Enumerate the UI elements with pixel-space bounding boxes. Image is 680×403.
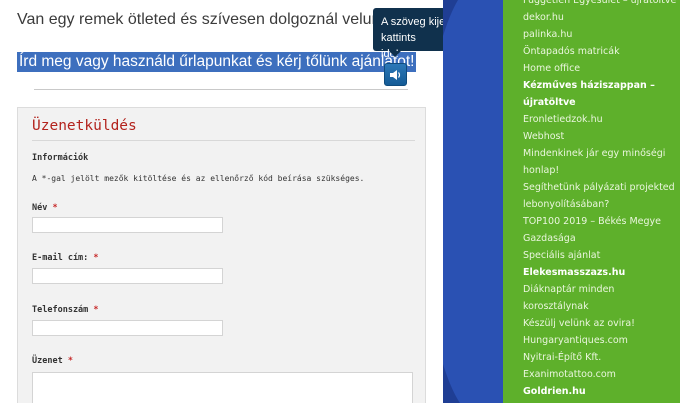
name-label: Név * (32, 203, 58, 213)
decorative-blue-column (443, 0, 503, 403)
sidebar-link[interactable]: honlap! (523, 162, 678, 179)
sidebar-link[interactable]: Független Egyesület – újratöltve (523, 0, 678, 9)
sidebar-link[interactable]: Hungaryantiques.com (523, 332, 678, 349)
message-label: Üzenet * (32, 356, 73, 366)
message-label-text: Üzenet (32, 356, 63, 366)
sidebar-link[interactable]: TOP100 2019 – Békés Megye (523, 213, 678, 230)
sidebar-link[interactable]: Diáknaptár minden korosztálynak (523, 281, 678, 315)
phone-label-text: Telefonszám (32, 305, 89, 315)
sidebar-link[interactable]: lebonyolításában? (523, 196, 678, 213)
phone-field[interactable] (32, 320, 223, 336)
email-label: E-mail cím: * (32, 253, 99, 263)
form-title-rule (32, 140, 415, 141)
sidebar-link[interactable]: Elekesmasszazs.hu (523, 264, 678, 281)
read-aloud-button[interactable] (384, 63, 407, 86)
form-title: Üzenetküldés (32, 118, 137, 134)
speaker-icon (390, 69, 401, 80)
contact-form-panel: Üzenetküldés Információk A *-gal jelölt … (17, 107, 426, 403)
sidebar-link[interactable]: Home office (523, 60, 678, 77)
form-section-title: Információk (32, 153, 89, 163)
sidebar-link[interactable]: Eronletiedzok.hu (523, 111, 678, 128)
sidebar-link[interactable]: palinka.hu (523, 26, 678, 43)
name-label-text: Név (32, 203, 48, 213)
required-mark: * (93, 305, 99, 315)
required-mark: * (93, 253, 99, 263)
message-textarea[interactable] (32, 372, 413, 403)
sidebar-link[interactable]: Webhost (523, 128, 678, 145)
form-required-note: A *-gal jelölt mezők kitöltése és az ell… (32, 174, 365, 183)
sidebar-link[interactable]: Nyitrai-Építő Kft. (523, 349, 678, 366)
required-mark: * (52, 203, 58, 213)
sidebar-link[interactable]: Segíthetünk pályázati projekted (523, 179, 678, 196)
sidebar-link[interactable]: Speciális ajánlat (523, 247, 678, 264)
sidebar-link[interactable]: Kézműves háziszappan – (523, 77, 678, 94)
decorative-shape (443, 0, 503, 403)
phone-label: Telefonszám * (32, 305, 99, 315)
sidebar-links: Független Egyesület – újratöltve dekor.hu… (503, 0, 680, 403)
sidebar-link[interactable]: újratöltve (523, 94, 678, 111)
sidebar-link[interactable]: Gazdasága (523, 230, 678, 247)
sidebar-link[interactable]: Öntapadós matricák (523, 43, 678, 60)
email-label-text: E-mail cím: (32, 253, 89, 263)
sidebar-link[interactable]: Mindenkinek jár egy minőségi (523, 145, 678, 162)
sidebar-link[interactable]: Exanimotattoo.com (523, 366, 678, 383)
sidebar-link-list: Független Egyesület – újratöltve dekor.hu… (523, 0, 678, 400)
divider (34, 89, 408, 90)
sidebar-link[interactable]: Készülj velünk az ovira! (523, 315, 678, 332)
sidebar-link[interactable]: dekor.hu (523, 9, 678, 26)
name-field[interactable] (32, 217, 223, 233)
required-mark: * (67, 356, 73, 366)
selected-intro-text[interactable]: Írd meg vagy használd űrlapunkat és kérj… (17, 52, 417, 72)
email-field[interactable] (32, 268, 223, 284)
sidebar-link[interactable]: Goldrien.hu (523, 383, 678, 400)
